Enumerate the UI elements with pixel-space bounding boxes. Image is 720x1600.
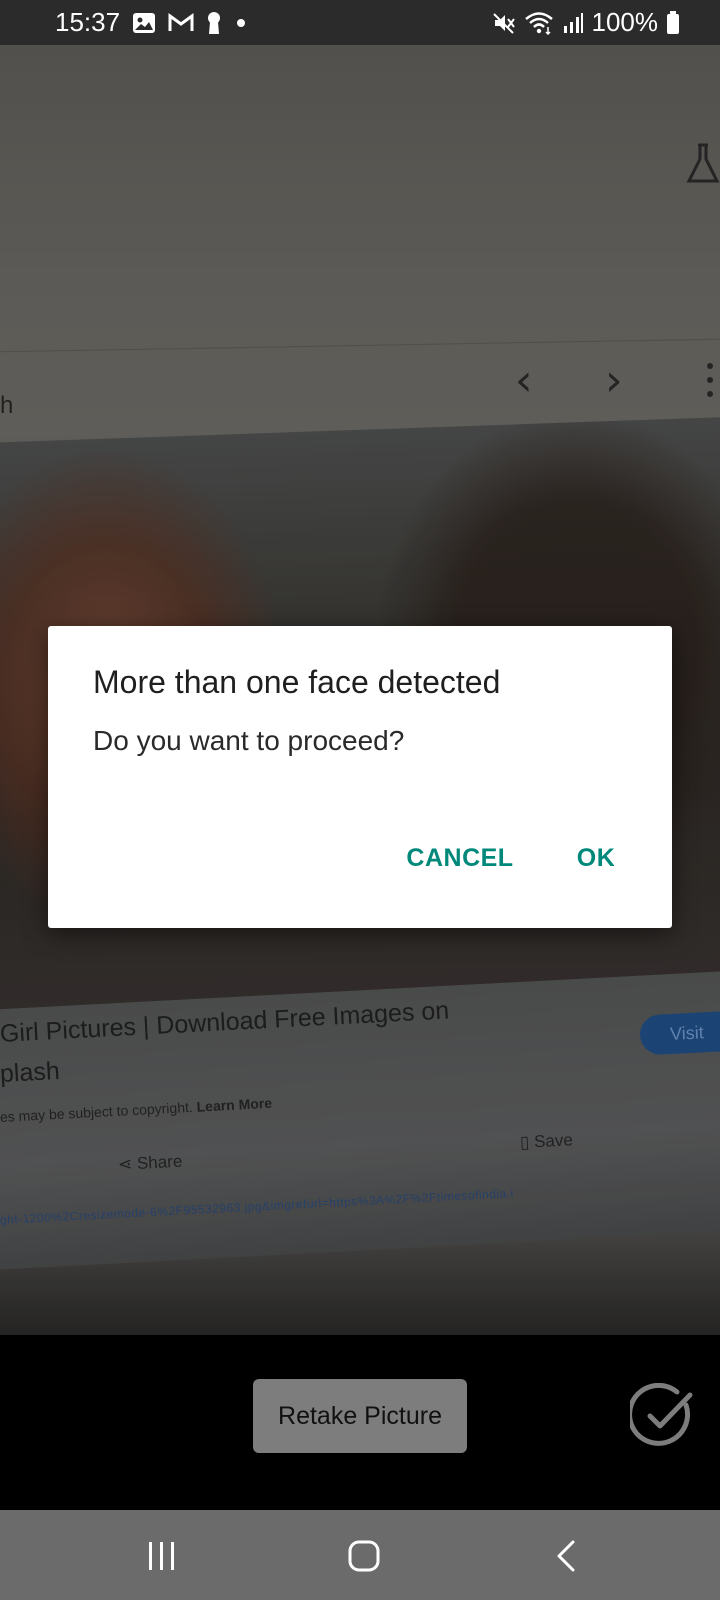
dot-icon [234,16,248,30]
gallery-icon [132,12,156,34]
mute-icon [492,11,516,35]
wifi-icon [524,11,554,35]
status-bar: 15:37 100% [0,0,720,45]
ok-button[interactable]: OK [556,834,636,882]
status-time: 15:37 [55,7,121,37]
back-icon[interactable] [537,1532,597,1580]
system-navigation-bar [0,1510,720,1600]
status-right: 100% [492,7,681,38]
check-circle-icon[interactable] [630,1383,696,1449]
face-detection-dialog: More than one face detected Do you want … [48,626,672,928]
keyhole-icon [206,11,222,35]
dialog-title: More than one face detected [93,664,501,700]
recents-icon[interactable] [132,1532,192,1580]
home-icon[interactable] [334,1532,394,1580]
signal-icon [562,12,584,34]
cancel-button[interactable]: CANCEL [390,834,530,882]
battery-percent: 100% [591,7,659,37]
status-left: 15:37 [55,7,248,38]
retake-picture-button[interactable]: Retake Picture [253,1379,467,1453]
gmail-icon [168,12,194,33]
dialog-message: Do you want to proceed? [93,725,405,756]
battery-icon [666,10,680,35]
